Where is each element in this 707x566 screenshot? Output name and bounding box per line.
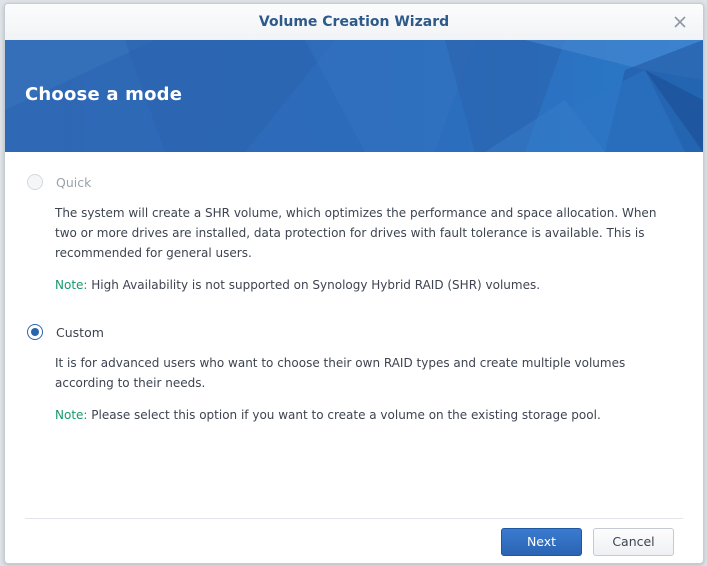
custom-note-text: Please select this option if you want to…	[87, 408, 601, 422]
quick-radio[interactable]	[27, 174, 43, 190]
quick-option[interactable]: Quick	[27, 174, 91, 190]
custom-radio[interactable]	[27, 324, 43, 340]
quick-description: The system will create a SHR volume, whi…	[55, 206, 657, 260]
page-title: Choose a mode	[25, 84, 183, 105]
custom-description: It is for advanced users who want to cho…	[55, 356, 626, 390]
next-button[interactable]: Next	[501, 528, 582, 556]
window-title: Volume Creation Wizard	[258, 14, 450, 30]
custom-note-label: Note:	[55, 408, 88, 422]
quick-note-label: Note:	[55, 278, 88, 292]
header-banner: Choose a mode	[5, 40, 703, 152]
wizard-dialog: Volume Creation Wizard Choose a mode Qui…	[4, 3, 704, 564]
footer-divider	[25, 518, 683, 519]
close-icon[interactable]	[671, 13, 689, 31]
quick-label: Quick	[56, 174, 92, 190]
quick-note-text: High Availability is not supported on Sy…	[87, 278, 541, 292]
title-bar: Volume Creation Wizard	[5, 4, 703, 41]
custom-option[interactable]: Custom	[27, 324, 104, 340]
custom-note: Note: Please select this option if you w…	[55, 405, 675, 425]
custom-label: Custom	[56, 324, 104, 340]
quick-note: Note: High Availability is not supported…	[55, 275, 675, 295]
cancel-button[interactable]: Cancel	[593, 528, 674, 556]
